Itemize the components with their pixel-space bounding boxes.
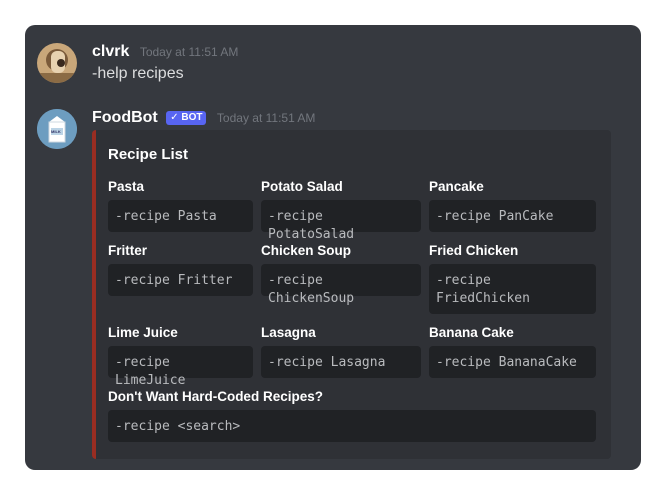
recipe-embed: Recipe List Pasta -recipe Pasta Potato S… (92, 130, 611, 459)
field-name: Lime Juice (108, 325, 178, 340)
message-text: -help recipes (92, 65, 184, 82)
field-code: -recipe LimeJuice (108, 346, 253, 388)
field-code: -recipe Fritter (108, 264, 253, 296)
bot-avatar[interactable]: MILK (37, 109, 77, 149)
field-code: -recipe Pasta (108, 200, 253, 232)
field-name: Fritter (108, 243, 148, 258)
field-name: Banana Cake (429, 325, 514, 340)
timestamp: Today at 11:51 AM (216, 111, 316, 125)
bot-avatar-label: MILK (51, 129, 61, 134)
embed-title: Recipe List (108, 146, 189, 163)
username[interactable]: FoodBot (92, 109, 158, 126)
user-avatar-image (37, 43, 77, 83)
field-name: Don't Want Hard-Coded Recipes? (108, 389, 323, 404)
message-header: FoodBot ✓ BOT Today at 11:51 AM (92, 109, 315, 127)
timestamp: Today at 11:51 AM (139, 45, 239, 59)
field-code: -recipe PanCake (429, 200, 596, 232)
field-code: -recipe <search> (108, 410, 596, 442)
chat-panel: clvrk Today at 11:51 AM -help recipes MI… (25, 25, 641, 470)
field-name: Lasagna (261, 325, 316, 340)
username[interactable]: clvrk (92, 43, 129, 60)
field-code: -recipe BananaCake (429, 346, 596, 378)
field-code: -recipe ChickenSoup (261, 264, 421, 306)
bot-badge: ✓ BOT (166, 111, 207, 125)
field-name: Fried Chicken (429, 243, 519, 258)
field-code: -recipe Lasagna (261, 346, 421, 378)
field-code: -recipe FriedChicken (436, 273, 530, 306)
user-avatar[interactable] (37, 43, 77, 83)
field-name: Chicken Soup (261, 243, 352, 258)
field-code: -recipe PotatoSalad (261, 200, 421, 242)
field-name: Pasta (108, 179, 145, 194)
field-name: Pancake (429, 179, 484, 194)
message-header: clvrk Today at 11:51 AM (92, 43, 238, 61)
field-name: Potato Salad (261, 179, 343, 194)
